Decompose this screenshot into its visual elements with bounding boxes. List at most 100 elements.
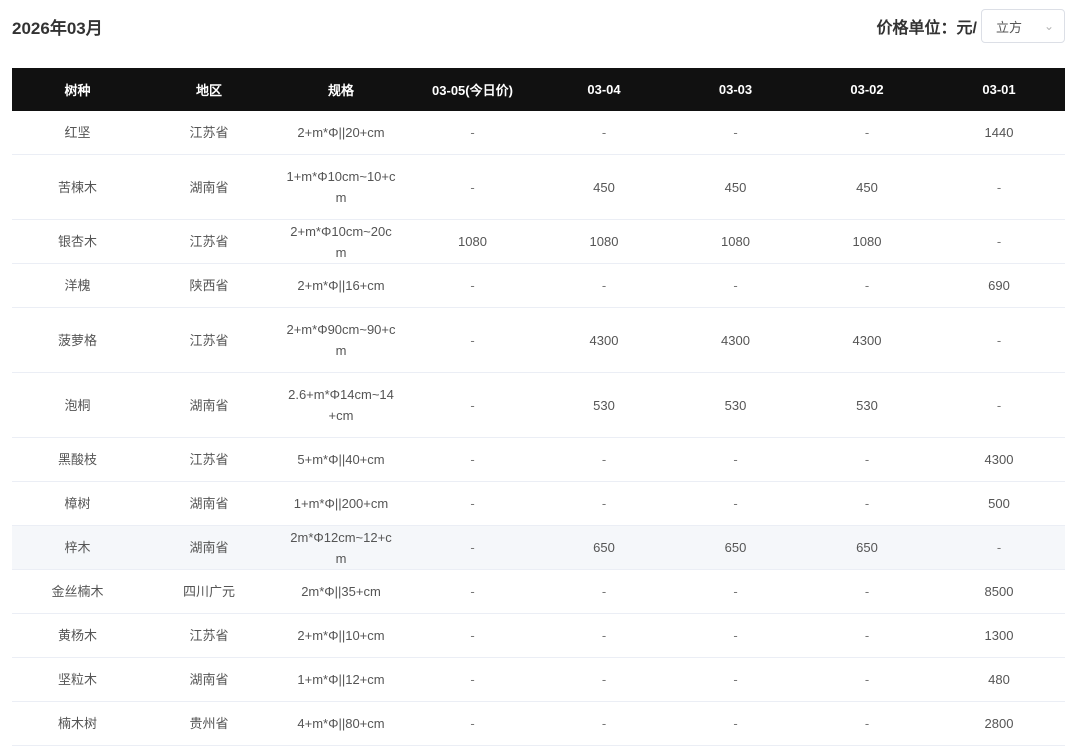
cell-p0302: - bbox=[801, 111, 933, 155]
cell-species: 红坚 bbox=[12, 111, 143, 155]
cell-p0301: 500 bbox=[933, 481, 1065, 526]
cell-region: 江苏省 bbox=[143, 111, 275, 155]
cell-p0303: 1080 bbox=[670, 219, 801, 264]
cell-p0304: - bbox=[538, 437, 670, 482]
table-row[interactable]: 黄杨木 江苏省 2+m*Φ||10+cm - - - -1300 bbox=[12, 613, 1065, 658]
table-row[interactable]: 楠木树 贵州省 4+m*Φ||80+cm - - - -2800 bbox=[12, 701, 1065, 746]
cell-p0305: - bbox=[407, 481, 538, 526]
cell-species: 黑酸枝 bbox=[12, 437, 143, 482]
cell-p0302: - bbox=[801, 701, 933, 746]
cell-p0303: - bbox=[670, 613, 801, 658]
cell-species: 苦楝木 bbox=[12, 154, 143, 220]
table-row[interactable]: 泡桐 湖南省 2.6+m*Φ14cm~14+cm -530 530 530- bbox=[12, 372, 1065, 438]
cell-p0304: 650 bbox=[538, 525, 670, 570]
cell-spec: 2m*Φ12cm~12+cm bbox=[275, 525, 407, 570]
cell-p0304: 4300 bbox=[538, 307, 670, 373]
spec-text: 2m*Φ||35+cm bbox=[301, 584, 381, 599]
table-row[interactable]: 苦楝木 湖南省 1+m*Φ10cm~10+cm -450 450 450- bbox=[12, 154, 1065, 220]
spec-text: 2m*Φ12cm~12+cm bbox=[290, 529, 392, 566]
cell-p0302: 450 bbox=[801, 154, 933, 220]
cell-p0305: - bbox=[407, 437, 538, 482]
cell-p0301: - bbox=[933, 372, 1065, 438]
cell-species: 黄杨木 bbox=[12, 613, 143, 658]
table-row[interactable]: 洋槐 陕西省 2+m*Φ||16+cm - - - -690 bbox=[12, 263, 1065, 308]
cell-region: 江苏省 bbox=[143, 613, 275, 658]
column-header-spec: 规格 bbox=[275, 68, 407, 111]
cell-p0305: - bbox=[407, 372, 538, 438]
spec-text: 1+m*Φ||12+cm bbox=[297, 672, 385, 687]
cell-p0305: - bbox=[407, 263, 538, 308]
cell-p0304: 450 bbox=[538, 154, 670, 220]
cell-p0305: 1080 bbox=[407, 219, 538, 264]
cell-spec: 1+m*Φ||12+cm bbox=[275, 657, 407, 702]
cell-p0301: - bbox=[933, 525, 1065, 570]
cell-p0302: - bbox=[801, 657, 933, 702]
cell-species: 泡桐 bbox=[12, 372, 143, 438]
cell-p0303: 650 bbox=[670, 525, 801, 570]
spec-text: 2+m*Φ||10+cm bbox=[297, 628, 385, 643]
cell-region: 湖南省 bbox=[143, 525, 275, 570]
table-row[interactable]: 金丝楠木 四川广元 2m*Φ||35+cm - - - -8500 bbox=[12, 569, 1065, 614]
cell-p0301: 1300 bbox=[933, 613, 1065, 658]
cell-p0304: - bbox=[538, 657, 670, 702]
cell-p0304: 530 bbox=[538, 372, 670, 438]
column-header-species: 树种 bbox=[12, 68, 143, 111]
cell-p0302: - bbox=[801, 481, 933, 526]
table-row[interactable]: 黑酸枝 江苏省 5+m*Φ||40+cm - - - -4300 bbox=[12, 437, 1065, 482]
cell-p0302: 1080 bbox=[801, 219, 933, 264]
cell-region: 江苏省 bbox=[143, 437, 275, 482]
cell-spec: 2m*Φ||35+cm bbox=[275, 569, 407, 614]
cell-spec: 5+m*Φ||40+cm bbox=[275, 437, 407, 482]
cell-p0301: 4300 bbox=[933, 437, 1065, 482]
table-row[interactable]: 樟树 湖南省 1+m*Φ||200+cm - - - -500 bbox=[12, 481, 1065, 526]
cell-p0301: - bbox=[933, 154, 1065, 220]
cell-p0305: - bbox=[407, 525, 538, 570]
cell-p0301: 8500 bbox=[933, 569, 1065, 614]
cell-species: 金丝楠木 bbox=[12, 569, 143, 614]
table-row[interactable]: 梓木 湖南省 2m*Φ12cm~12+cm -650 650 650- bbox=[12, 525, 1065, 570]
unit-select-value: 立方 bbox=[996, 19, 1023, 35]
cell-p0304: - bbox=[538, 263, 670, 308]
cell-spec: 2+m*Φ||20+cm bbox=[275, 111, 407, 155]
table-row[interactable]: 坚粒木 湖南省 1+m*Φ||12+cm - - - -480 bbox=[12, 657, 1065, 702]
unit-select[interactable]: 立方 ⌄ bbox=[981, 9, 1065, 43]
cell-species: 菠萝格 bbox=[12, 307, 143, 373]
cell-spec: 1+m*Φ||200+cm bbox=[275, 481, 407, 526]
cell-p0303: 4300 bbox=[670, 307, 801, 373]
cell-p0303: 530 bbox=[670, 372, 801, 438]
top-bar: 2026年03月 价格单位：元/ 立方 ⌄ bbox=[0, 0, 1080, 56]
column-header-p0302: 03-02 bbox=[801, 68, 933, 111]
cell-region: 湖南省 bbox=[143, 481, 275, 526]
spec-text: 1+m*Φ||200+cm bbox=[293, 496, 389, 511]
table-row[interactable]: 银杏木 江苏省 2+m*Φ10cm~20cm 1080 1080 1080 1080- bbox=[12, 219, 1065, 264]
column-header-p0304: 03-04 bbox=[538, 68, 670, 111]
cell-p0302: 4300 bbox=[801, 307, 933, 373]
spec-text: 5+m*Φ||40+cm bbox=[297, 452, 385, 467]
cell-p0304: - bbox=[538, 111, 670, 155]
cell-p0303: 450 bbox=[670, 154, 801, 220]
cell-p0304: - bbox=[538, 701, 670, 746]
cell-region: 四川广元 bbox=[143, 569, 275, 614]
price-unit-label: 价格单位：元/ bbox=[876, 20, 977, 37]
table-row[interactable]: 红坚 江苏省 2+m*Φ||20+cm - - - -1440 bbox=[12, 111, 1065, 155]
cell-p0302: 530 bbox=[801, 372, 933, 438]
spec-text: 2+m*Φ||16+cm bbox=[297, 278, 385, 293]
column-header-region: 地区 bbox=[143, 68, 275, 111]
table-row[interactable]: 菠萝格 江苏省 2+m*Φ90cm~90+cm -4300 4300 4300- bbox=[12, 307, 1065, 373]
column-header-p0301: 03-01 bbox=[933, 68, 1065, 111]
cell-region: 江苏省 bbox=[143, 307, 275, 373]
cell-p0303: - bbox=[670, 569, 801, 614]
cell-p0302: - bbox=[801, 569, 933, 614]
spec-text: 1+m*Φ10cm~10+cm bbox=[286, 169, 396, 205]
cell-p0305: - bbox=[407, 154, 538, 220]
cell-species: 樟树 bbox=[12, 481, 143, 526]
cell-p0305: - bbox=[407, 569, 538, 614]
spec-text: 2+m*Φ10cm~20cm bbox=[290, 223, 392, 260]
cell-p0304: - bbox=[538, 613, 670, 658]
cell-p0301: 1440 bbox=[933, 111, 1065, 155]
month-title: 2026年03月 bbox=[12, 19, 103, 38]
price-table: 树种 地区 规格 03-05(今日价) 03-04 03-03 03-02 03-01 红坚江… bbox=[12, 68, 1065, 746]
cell-p0301: 480 bbox=[933, 657, 1065, 702]
spec-text: 4+m*Φ||80+cm bbox=[297, 716, 385, 731]
cell-p0303: - bbox=[670, 111, 801, 155]
